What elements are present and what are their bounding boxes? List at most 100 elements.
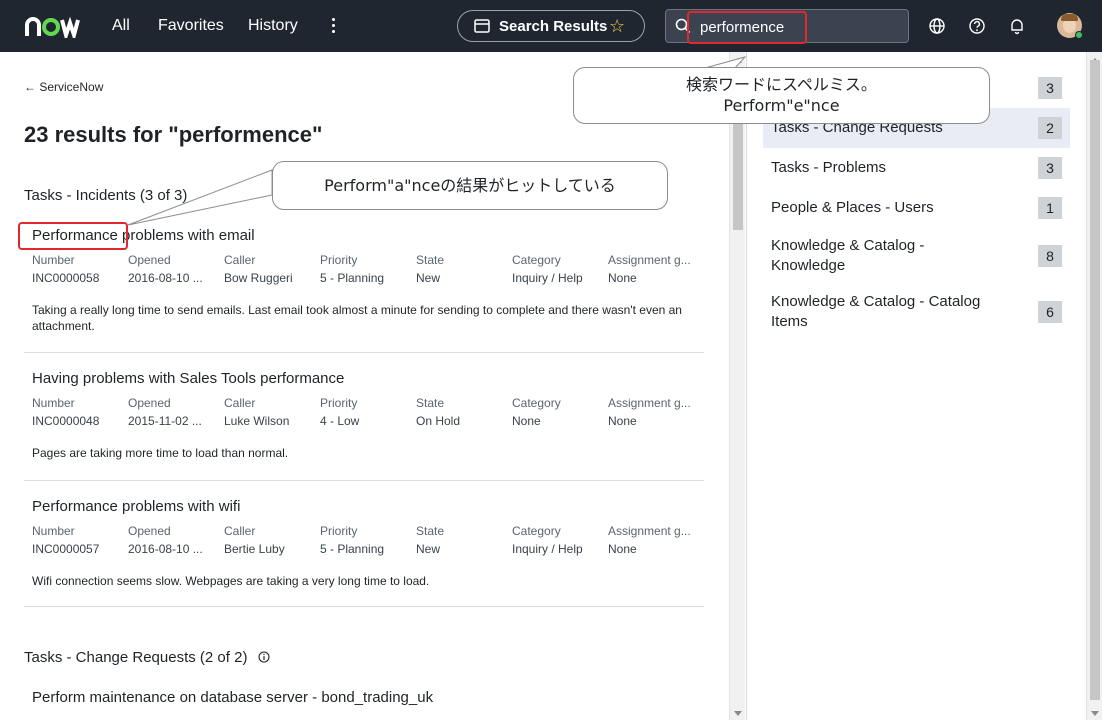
callout-line: 検索ワードにスペルミス。 (686, 75, 877, 94)
field-value: 5 - Planning (320, 271, 385, 285)
record-description: Wifi connection seems slow. Webpages are… (32, 574, 430, 588)
field-label: Caller (224, 396, 256, 410)
avatar-hair (1061, 14, 1078, 21)
facet-item-catalog-items[interactable]: Knowledge & Catalog - Catalog Items 6 (763, 284, 1070, 340)
globe-icon[interactable] (927, 16, 947, 36)
field-label: Category (512, 253, 561, 267)
field-priority: Priority 5 - Planning (320, 253, 412, 285)
field-assignment-group: Assignment g... None (608, 524, 700, 556)
results-scrollbar[interactable] (729, 52, 745, 720)
nav-all[interactable]: All (112, 16, 130, 36)
annotation-callout-hit: Perform"a"nceの結果がヒットしている (272, 161, 668, 210)
record-divider (24, 352, 704, 353)
search-results-pane: ← ServiceNow 23 results for "performence… (0, 52, 745, 720)
section-title-change-requests: Tasks - Change Requests (2 of 2) (24, 649, 270, 667)
field-label: Category (512, 524, 561, 538)
result-term-highlight-box (18, 222, 128, 250)
field-value: None (608, 414, 637, 428)
field-value: 4 - Low (320, 414, 360, 428)
facet-count: 3 (1038, 77, 1062, 99)
field-state: State New (416, 524, 508, 556)
facet-item-knowledge[interactable]: Knowledge & Catalog - Knowledge 8 (763, 228, 1070, 284)
favorite-star-icon[interactable]: ☆ (609, 16, 625, 36)
field-value: New (416, 271, 441, 285)
scrollbar-thumb[interactable] (1090, 60, 1100, 700)
facet-count: 1 (1038, 197, 1062, 219)
facet-item-users[interactable]: People & Places - Users 1 (763, 188, 1070, 228)
field-label: Priority (320, 524, 358, 538)
field-opened: Opened 2015-11-02 ... (128, 396, 220, 428)
field-label: Assignment g... (608, 396, 691, 410)
servicenow-logo[interactable] (24, 12, 82, 38)
info-icon[interactable] (258, 651, 270, 663)
nav-favorites[interactable]: Favorites (158, 16, 224, 36)
field-priority: Priority 4 - Low (320, 396, 412, 428)
field-assignment-group: Assignment g... None (608, 253, 700, 285)
context-pill[interactable]: Search Results ☆ (457, 10, 645, 42)
field-label: Caller (224, 524, 256, 538)
facet-item-problems[interactable]: Tasks - Problems 3 (763, 148, 1070, 188)
facet-label: Knowledge & Catalog - Knowledge (771, 237, 925, 274)
page-title: 23 results for "performence" (24, 122, 323, 147)
bell-icon[interactable] (1007, 16, 1027, 36)
field-assignment-group: Assignment g... None (608, 396, 700, 428)
field-value: None (608, 542, 637, 556)
scroll-up-arrow-icon[interactable] (734, 58, 742, 63)
record-title[interactable]: Performance problems with wifi (32, 498, 240, 516)
scroll-down-arrow-icon[interactable] (734, 711, 742, 716)
field-label: Number (32, 253, 75, 267)
field-priority: Priority 5 - Planning (320, 524, 412, 556)
field-value: INC0000058 (32, 271, 100, 285)
field-value: New (416, 542, 441, 556)
facet-panel: 3 Tasks - Change Requests 2 Tasks - Prob… (746, 52, 1086, 720)
callout-line: Perform"e"nce (723, 96, 840, 115)
facet-count: 3 (1038, 157, 1062, 179)
field-label: State (416, 253, 445, 267)
page-scrollbar[interactable] (1086, 52, 1102, 720)
field-opened: Opened 2016-08-10 ... (128, 253, 220, 285)
record-title[interactable]: Having problems with Sales Tools perform… (32, 370, 344, 388)
facet-label: Tasks - Problems (771, 159, 887, 176)
record-divider (24, 480, 704, 481)
facet-count: 2 (1038, 117, 1062, 139)
field-number: Number INC0000057 (32, 524, 124, 556)
field-value: Inquiry / Help (512, 271, 583, 285)
online-status-dot (1075, 31, 1083, 39)
facet-label: Knowledge & Catalog - Catalog Items (771, 293, 981, 330)
field-label: Opened (128, 253, 171, 267)
field-category: Category None (512, 396, 604, 428)
field-value: INC0000057 (32, 542, 100, 556)
breadcrumb[interactable]: ← ServiceNow (24, 80, 103, 94)
context-pill-label: Search Results (499, 18, 608, 35)
field-opened: Opened 2016-08-10 ... (128, 524, 220, 556)
nav-history[interactable]: History (248, 16, 298, 36)
top-navigation-bar: All Favorites History Search Results ☆ (0, 0, 1102, 52)
annotation-callout-typo: 検索ワードにスペルミス。 Perform"e"nce (573, 67, 990, 124)
field-caller: Caller Bertie Luby (224, 524, 316, 556)
help-icon[interactable] (967, 16, 987, 36)
breadcrumb-label[interactable]: ServiceNow (39, 80, 103, 94)
field-label: Assignment g... (608, 253, 691, 267)
field-label: Opened (128, 396, 171, 410)
window-icon (474, 19, 490, 33)
section-title-incidents: Tasks - Incidents (3 of 3) (24, 187, 188, 204)
facet-count: 6 (1038, 301, 1062, 323)
field-value: Bertie Luby (224, 542, 285, 556)
more-menu-icon[interactable] (326, 17, 340, 35)
field-label: Number (32, 524, 75, 538)
field-value: On Hold (416, 414, 461, 428)
scrollbar-thumb[interactable] (733, 110, 743, 230)
record-description: Taking a really long time to send emails… (32, 303, 682, 333)
field-caller: Caller Luke Wilson (224, 396, 316, 428)
record-title[interactable]: Perform maintenance on database server -… (32, 689, 433, 707)
section-title-label: Tasks - Change Requests (2 of 2) (24, 649, 248, 666)
field-label: Category (512, 396, 561, 410)
facet-label: People & Places - Users (771, 199, 934, 216)
field-value: 5 - Planning (320, 542, 385, 556)
scroll-down-arrow-icon[interactable] (1091, 711, 1099, 716)
field-value: None (608, 271, 637, 285)
field-value: 2016-08-10 ... (128, 542, 203, 556)
record-divider (24, 606, 704, 607)
field-category: Category Inquiry / Help (512, 524, 604, 556)
field-label: Caller (224, 253, 256, 267)
